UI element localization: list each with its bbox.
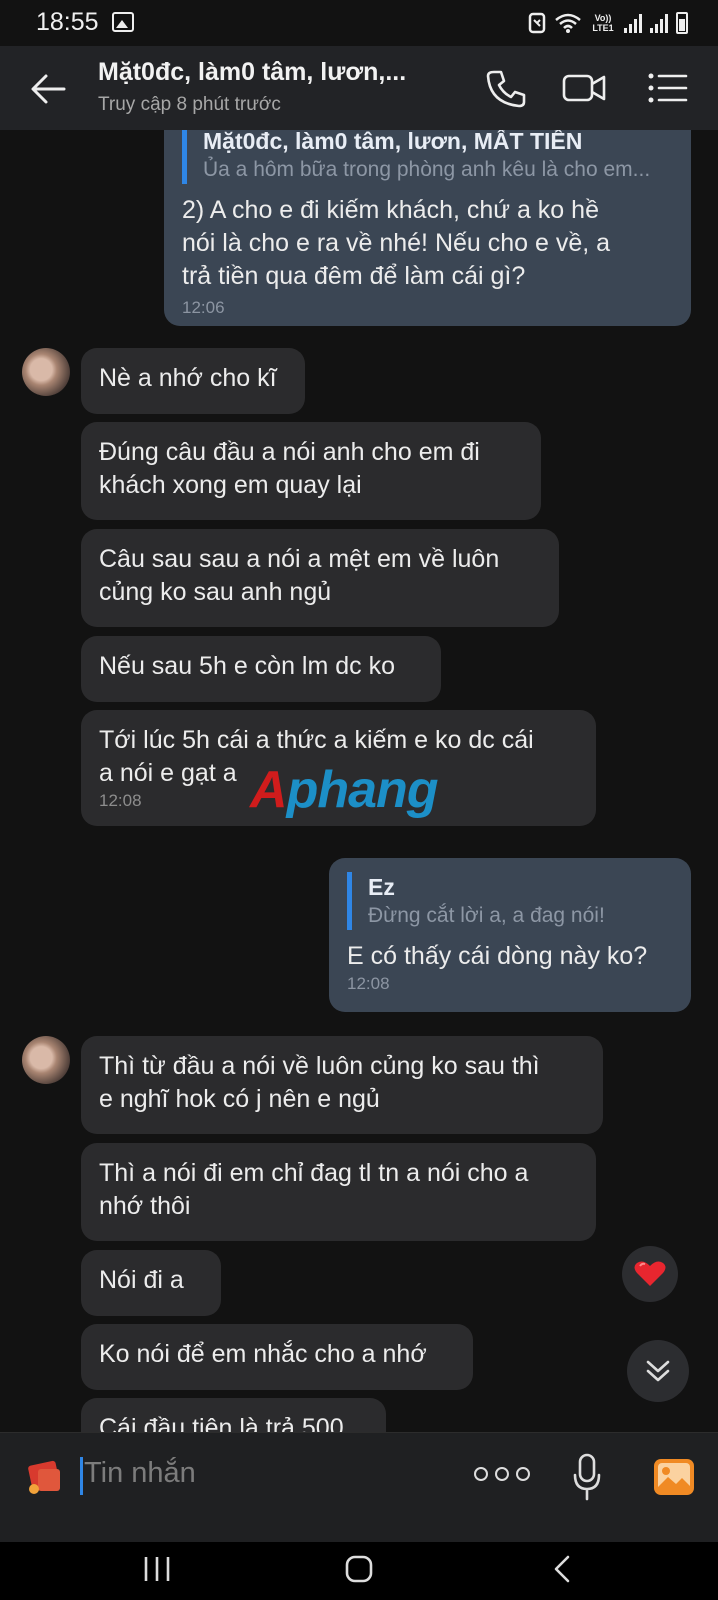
message-line: nói là cho e ra về nhé! Nếu cho e về, a bbox=[182, 229, 611, 257]
message-composer: Tin nhắn bbox=[0, 1432, 718, 1543]
message-line: Tới lúc 5h cái a thức a kiếm e ko dc cái bbox=[99, 726, 534, 754]
reply-quote[interactable]: Mặt0đc, làm0 tâm, lươn, MẤT TIỀN Ủa a hô… bbox=[182, 130, 673, 184]
signal-1-icon bbox=[624, 13, 642, 33]
reaction-button[interactable] bbox=[622, 1246, 678, 1302]
heart-icon bbox=[634, 1261, 666, 1286]
message-line: khách xong em quay lại bbox=[99, 471, 362, 499]
incoming-message[interactable]: Câu sau sau a nói a mệt em về luôn củng … bbox=[81, 529, 559, 627]
wifi-icon bbox=[555, 13, 581, 33]
message-line: Cái đầu tiên là trả 500 bbox=[99, 1414, 344, 1432]
message-line: Nói đi a bbox=[99, 1266, 184, 1294]
message-line: E có thấy cái dòng này ko? bbox=[347, 942, 648, 970]
message-line: Thì từ đầu a nói về luôn củng ko sau thì bbox=[99, 1052, 540, 1080]
outgoing-message[interactable]: Mặt0đc, làm0 tâm, lươn, MẤT TIỀN Ủa a hô… bbox=[164, 130, 691, 326]
list-menu-icon[interactable] bbox=[646, 68, 690, 108]
phone-icon[interactable] bbox=[484, 68, 528, 108]
network-label: Vo)) LTE1 bbox=[592, 13, 614, 33]
message-line: Nếu sau 5h e còn lm dc ko bbox=[99, 652, 395, 680]
watermark-logo: Aphang bbox=[250, 761, 439, 819]
message-line: e nghĩ hok có j nên e ngủ bbox=[99, 1085, 380, 1113]
text-cursor bbox=[80, 1457, 83, 1495]
microphone-icon[interactable] bbox=[573, 1453, 601, 1501]
incoming-message[interactable]: Thì a nói đi em chỉ đag tl tn a nói cho … bbox=[81, 1143, 596, 1241]
double-chevron-down-icon bbox=[646, 1360, 670, 1382]
message-line: trả tiền qua đêm để làm cái gì? bbox=[182, 262, 526, 290]
incoming-message[interactable]: Đúng câu đầu a nói anh cho em đi khách x… bbox=[81, 422, 541, 520]
incoming-message[interactable]: Thì từ đầu a nói về luôn củng ko sau thì… bbox=[81, 1036, 603, 1134]
video-camera-icon[interactable] bbox=[562, 68, 606, 108]
last-seen-status: Truy cập 8 phút trước bbox=[98, 94, 281, 115]
incoming-message[interactable]: Cái đầu tiên là trả 500 bbox=[81, 1398, 386, 1432]
incoming-message[interactable]: Ko nói để em nhắc cho a nhớ bbox=[81, 1324, 473, 1390]
image-gallery-icon[interactable] bbox=[652, 1457, 696, 1497]
quote-text: Ủa a hôm bữa trong phòng anh kêu là cho … bbox=[203, 158, 651, 181]
status-icons: Vo)) LTE1 bbox=[528, 10, 688, 36]
reply-quote[interactable]: Ez Đừng cắt lời a, a đag nói! bbox=[347, 872, 673, 930]
message-line: Ko nói để em nhắc cho a nhớ bbox=[99, 1340, 427, 1368]
chat-header: Mặt0đc, làm0 tâm, lươn,... Truy cập 8 ph… bbox=[0, 46, 718, 130]
message-line: nhớ thôi bbox=[99, 1192, 191, 1220]
back-arrow-icon[interactable] bbox=[28, 72, 68, 106]
recent-apps-icon[interactable] bbox=[142, 1554, 172, 1584]
scroll-to-bottom-button[interactable] bbox=[627, 1340, 689, 1402]
chat-title[interactable]: Mặt0đc, làm0 tâm, lươn,... bbox=[98, 58, 406, 87]
signal-2-icon bbox=[650, 13, 668, 33]
message-time: 12:06 bbox=[182, 298, 225, 317]
more-dots-icon[interactable] bbox=[474, 1467, 530, 1481]
status-bar: 18:55 Vo)) LTE1 bbox=[0, 0, 718, 46]
message-line: Câu sau sau a nói a mệt em về luôn bbox=[99, 545, 500, 573]
message-time: 12:08 bbox=[347, 974, 390, 993]
incoming-message[interactable]: Nè a nhớ cho kĩ bbox=[81, 348, 305, 414]
quote-text: Đừng cắt lời a, a đag nói! bbox=[368, 904, 605, 927]
back-nav-icon[interactable] bbox=[548, 1554, 578, 1584]
message-line: Thì a nói đi em chỉ đag tl tn a nói cho … bbox=[99, 1159, 529, 1187]
sticker-icon[interactable] bbox=[24, 1455, 66, 1497]
status-time: 18:55 bbox=[36, 8, 99, 36]
system-nav-bar bbox=[0, 1542, 718, 1600]
message-input[interactable]: Tin nhắn bbox=[84, 1457, 196, 1490]
home-icon[interactable] bbox=[344, 1554, 374, 1584]
quote-author: Ez bbox=[368, 874, 395, 900]
message-line: Nè a nhớ cho kĩ bbox=[99, 364, 277, 392]
avatar[interactable] bbox=[22, 1036, 70, 1084]
battery-icon bbox=[676, 12, 688, 34]
gallery-notification-icon bbox=[112, 12, 134, 32]
incoming-message[interactable]: Nói đi a bbox=[81, 1250, 221, 1316]
quote-author: Mặt0đc, làm0 tâm, lươn, MẤT TIỀN bbox=[203, 130, 583, 154]
incoming-message[interactable]: Nếu sau 5h e còn lm dc ko bbox=[81, 636, 441, 702]
message-line: Đúng câu đầu a nói anh cho em đi bbox=[99, 438, 480, 466]
nfc-icon bbox=[528, 12, 546, 34]
avatar[interactable] bbox=[22, 348, 70, 396]
message-line: củng ko sau anh ngủ bbox=[99, 578, 332, 606]
outgoing-message[interactable]: Ez Đừng cắt lời a, a đag nói! E có thấy … bbox=[329, 858, 691, 1012]
message-line: 2) A cho e đi kiếm khách, chứ a ko hề bbox=[182, 196, 599, 224]
